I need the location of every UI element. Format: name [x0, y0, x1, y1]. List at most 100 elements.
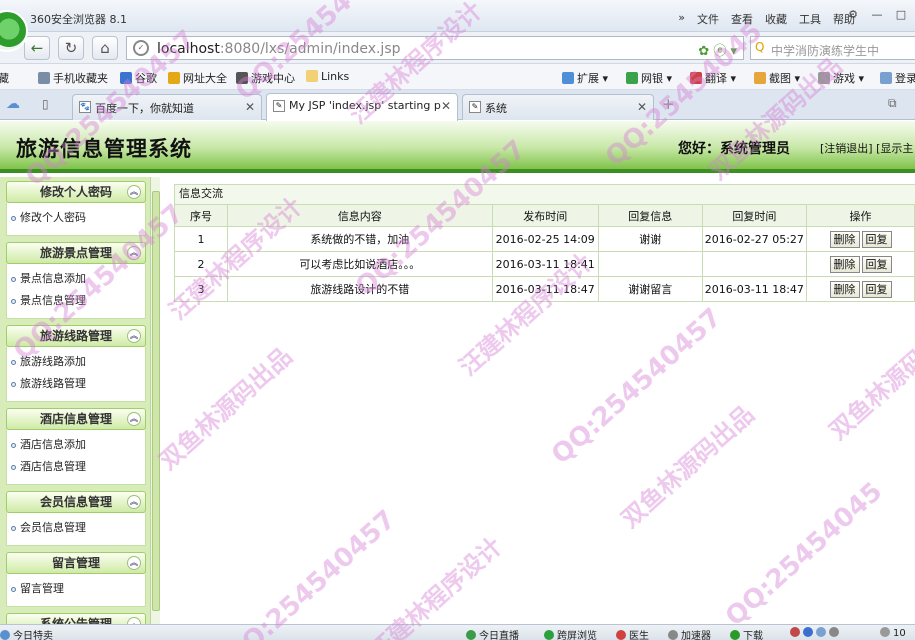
menu-arrow-icon[interactable]: » [678, 11, 685, 27]
home-button[interactable]: ⌂ [92, 36, 118, 60]
bullet-icon [11, 360, 16, 365]
tab-baidu[interactable]: 🐾 百度一下，你就知道 ✕ [72, 94, 262, 120]
collapse-chevron-icon[interactable]: ︽ [127, 246, 141, 260]
status-doctor[interactable]: 医生 [616, 627, 649, 640]
header-links[interactable]: [注销退出] [显示主 [820, 140, 913, 156]
menu-favorites[interactable]: 收藏 [765, 11, 787, 27]
status-deals[interactable]: 今日特卖 [0, 627, 53, 640]
refresh-button[interactable]: ↻ [58, 36, 84, 60]
tab-index-jsp[interactable]: ✎ My JSP 'index.jsp' starting p ✕ [266, 93, 458, 121]
scrollbar-thumb[interactable] [152, 191, 160, 611]
sidebar-item[interactable]: 旅游线路添加 [7, 351, 145, 373]
collapse-chevron-icon[interactable]: ︽ [127, 412, 141, 426]
menu-file[interactable]: 文件 [697, 11, 719, 27]
sidebar-section-header[interactable]: 会员信息管理 ︽ [6, 491, 146, 513]
navigation-bar: ← ↻ ⌂ ✓ localhost:8080/lxs/admin/index.j… [0, 32, 915, 64]
reply-content: 谢谢留言 [597, 276, 703, 302]
status-accelerator[interactable]: 加速器 [668, 627, 711, 640]
collapse-chevron-icon[interactable]: ︽ [127, 617, 141, 624]
bookmark-mobile[interactable]: 手机收藏夹 [38, 70, 108, 86]
app-header: 旅游信息管理系统 您好：系统管理员 [注销退出] [显示主 [0, 121, 915, 173]
sidebar-item[interactable]: 旅游线路管理 [7, 373, 145, 395]
zoom-level[interactable]: 10 [880, 627, 906, 639]
sidebar-item-label: 会员信息管理 [20, 521, 86, 534]
sidebar-section-header[interactable]: 酒店信息管理 ︽ [6, 408, 146, 430]
sidebar-section-header[interactable]: 留言管理 ︽ [6, 552, 146, 574]
phone-icon[interactable]: ▯ [42, 97, 49, 111]
search-engine-icon[interactable]: Q [755, 40, 764, 54]
sidebar-item[interactable]: 景点信息添加 [7, 268, 145, 290]
status-live[interactable]: 今日直播 [466, 627, 519, 640]
bookmark-google[interactable]: 谷歌 [120, 70, 157, 86]
reply-time: 2016-02-27 05:27 [701, 226, 808, 252]
tab-menu-icon[interactable]: ⧉ [888, 96, 897, 111]
reply-button[interactable]: 回复 [861, 230, 892, 248]
url-mode-icon[interactable]: ✿ ⓔ ▾ [698, 40, 737, 59]
search-box[interactable]: Q 中学消防演练学生中 [750, 36, 915, 60]
sidebar-item-label: 留言管理 [20, 582, 64, 595]
sidebar-item[interactable]: 景点信息管理 [7, 290, 145, 312]
row-actions: 删除 回复 [806, 276, 915, 302]
new-tab-icon[interactable]: + [662, 95, 675, 113]
column-header: 回复信息 [597, 204, 703, 227]
toolbar-bank[interactable]: 网银 ▾ [626, 70, 672, 86]
maximize-icon[interactable]: □ [890, 8, 912, 24]
delete-button[interactable]: 删除 [829, 280, 860, 298]
bullet-icon [11, 587, 16, 592]
toolbar-screenshot[interactable]: 截图 ▾ [754, 70, 800, 86]
zoom-icon [880, 627, 890, 637]
skin-icon[interactable]: ⚙ [842, 8, 864, 24]
bullet-icon [11, 382, 16, 387]
search-input[interactable]: 中学消防演练学生中 [771, 42, 879, 59]
bullet-icon [11, 299, 16, 304]
app-title: 旅游信息管理系统 [16, 136, 192, 161]
toolbar-translate[interactable]: 翻译 ▾ [690, 70, 736, 86]
sidebar-section-header[interactable]: 旅游景点管理 ︽ [6, 242, 146, 264]
close-icon[interactable]: ✕ [441, 99, 451, 113]
menu-view[interactable]: 查看 [731, 11, 753, 27]
table-row: 3 旅游线路设计的不错 2016-03-11 18:47 谢谢留言 2016-03-11… [173, 276, 915, 302]
sidebar-scrollbar[interactable] [150, 177, 160, 624]
minimize-icon[interactable]: — [866, 8, 888, 24]
toolbar-extensions[interactable]: 扩展 ▾ [562, 70, 608, 86]
sidebar-item[interactable]: 修改个人密码 [7, 207, 145, 229]
url-text[interactable]: localhost:8080/lxs/admin/index.jsp [157, 41, 401, 57]
sidebar-item[interactable]: 酒店信息添加 [7, 434, 145, 456]
bookmark-directory[interactable]: 网址大全 [168, 70, 227, 86]
status-download[interactable]: 下载 [730, 627, 763, 640]
collapse-chevron-icon[interactable]: ︽ [127, 329, 141, 343]
cloud-icon[interactable]: ☁ [6, 96, 20, 112]
extensions-icon [562, 72, 574, 84]
collapse-chevron-icon[interactable]: ︽ [127, 556, 141, 570]
security-shield-icon: ✓ [133, 40, 149, 56]
bullet-icon [11, 216, 16, 221]
sidebar-section-title: 修改个人密码 [39, 185, 112, 199]
toolbar-login[interactable]: 登录 [880, 70, 915, 86]
bookmark-links[interactable]: Links [306, 70, 349, 83]
sidebar-item[interactable]: 会员信息管理 [7, 517, 145, 539]
sidebar-item[interactable]: 留言管理 [7, 578, 145, 600]
delete-button[interactable]: 删除 [829, 255, 860, 273]
sidebar-section-header[interactable]: 旅游线路管理 ︽ [6, 325, 146, 347]
sidebar-section-header[interactable]: 系统公告管理 ︽ [6, 613, 146, 624]
sidebar-item[interactable]: 酒店信息管理 [7, 456, 145, 478]
bookmark-favorites[interactable]: 藏 [0, 70, 9, 86]
sidebar-section-header[interactable]: 修改个人密码 ︽ [6, 181, 146, 203]
toolbar-games[interactable]: 游戏 ▾ [818, 70, 864, 86]
delete-button[interactable]: 删除 [829, 230, 860, 248]
menu-tools[interactable]: 工具 [799, 11, 821, 27]
collapse-chevron-icon[interactable]: ︽ [127, 495, 141, 509]
sidebar-section-title: 系统公告管理 [39, 617, 112, 624]
reply-button[interactable]: 回复 [861, 280, 892, 298]
back-button[interactable]: ← [24, 36, 50, 60]
address-bar[interactable]: ✓ localhost:8080/lxs/admin/index.jsp ✿ ⓔ… [126, 36, 744, 60]
close-icon[interactable]: ✕ [245, 100, 255, 114]
collapse-chevron-icon[interactable]: ︽ [127, 185, 141, 199]
reply-button[interactable]: 回复 [861, 255, 892, 273]
close-icon[interactable]: ✕ [637, 100, 647, 114]
tab-system[interactable]: ✎ 系统 ✕ [462, 94, 654, 120]
rocket-icon [668, 630, 678, 640]
bookmark-games[interactable]: 游戏中心 [236, 70, 295, 86]
status-icons[interactable] [790, 627, 842, 639]
status-crossscreen[interactable]: 跨屏浏览 [544, 627, 597, 640]
